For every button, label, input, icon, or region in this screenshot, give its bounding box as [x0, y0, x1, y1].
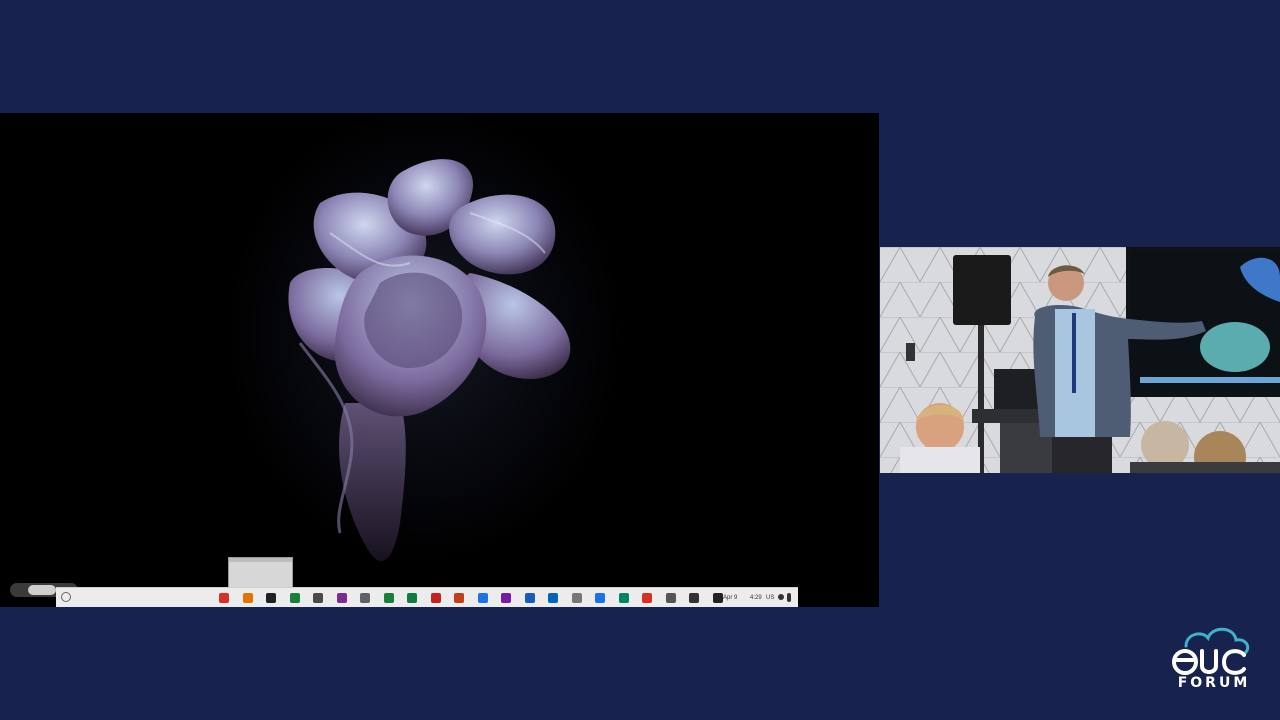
powerpoint-icon[interactable] [454, 593, 464, 603]
taskbar-time[interactable]: 4:29 [750, 593, 762, 603]
vscode-icon[interactable] [478, 593, 488, 603]
desktop-wallpaper [0, 113, 879, 607]
sheets-icon[interactable] [384, 593, 394, 603]
docs-icon[interactable] [313, 593, 323, 603]
gallery-icon[interactable] [572, 593, 582, 603]
speaker-camera-feed [880, 247, 1280, 473]
logo-subtext: FORUM [1177, 675, 1251, 691]
battery-icon[interactable] [787, 593, 791, 602]
launcher-icon[interactable] [61, 592, 71, 602]
launcher-handle[interactable] [28, 585, 56, 595]
account-icon[interactable] [713, 593, 723, 603]
photos-icon[interactable] [290, 593, 300, 603]
outlook-icon[interactable] [548, 593, 558, 603]
taskbar: Apr 9 4:29 US [56, 587, 798, 607]
chrome-icon[interactable] [219, 593, 229, 603]
record-icon[interactable] [642, 593, 652, 603]
window-preview[interactable] [228, 557, 293, 588]
settings-icon[interactable] [666, 593, 676, 603]
taskbar-date[interactable]: Apr 9 [723, 593, 737, 603]
gmail-icon[interactable] [431, 593, 441, 603]
terminal-icon[interactable] [266, 593, 276, 603]
notes-icon[interactable] [360, 593, 370, 603]
play-store-icon[interactable] [619, 593, 629, 603]
logo-wordmark: euc [1168, 624, 1169, 625]
onenote-icon[interactable] [501, 593, 511, 603]
app-icon[interactable] [337, 593, 347, 603]
excel-icon[interactable] [407, 593, 417, 603]
taskbar-locale[interactable]: US [766, 593, 774, 603]
word-icon[interactable] [525, 593, 535, 603]
wifi-icon[interactable] [778, 594, 784, 600]
euc-forum-logo: euc FORUM [1168, 624, 1258, 694]
zoom-icon[interactable] [595, 593, 605, 603]
screen-share: Apr 9 4:29 US [0, 113, 879, 607]
window-preview-titlebar [229, 558, 292, 562]
pen-icon[interactable] [689, 593, 699, 603]
files-icon[interactable] [243, 593, 253, 603]
